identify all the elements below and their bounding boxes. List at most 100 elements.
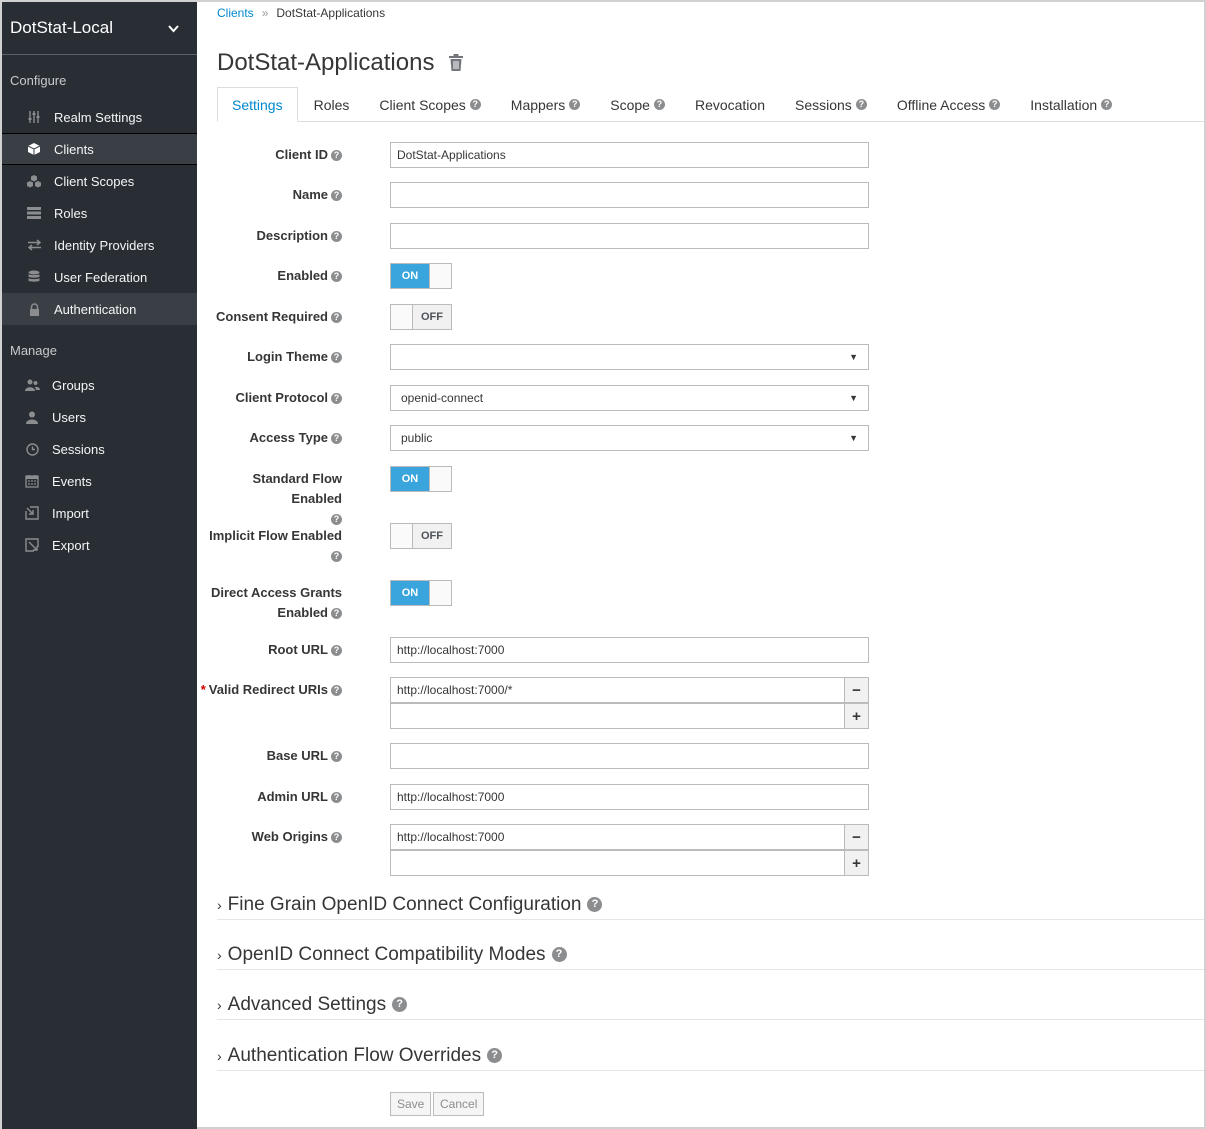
caret-down-icon: ▼	[849, 433, 858, 443]
tab-mappers[interactable]: Mappers?	[497, 87, 594, 122]
tab-scope[interactable]: Scope?	[596, 87, 679, 122]
help-icon: ?	[331, 190, 342, 202]
root-url-input[interactable]	[390, 637, 869, 663]
help-icon: ?	[331, 514, 342, 526]
redirect-uri-input[interactable]	[390, 703, 845, 729]
minus-icon[interactable]: −	[845, 824, 869, 850]
admin-url-input[interactable]	[390, 784, 869, 810]
tab-client-scopes[interactable]: Client Scopes?	[365, 87, 494, 122]
breadcrumb-current: DotStat-Applications	[276, 6, 386, 20]
sidebar-item-label: Export	[52, 537, 90, 553]
sidebar-item-identity-providers[interactable]: Identity Providers	[2, 229, 197, 261]
sidebar-item-export[interactable]: Export	[2, 529, 197, 561]
client-tabs: Settings Roles Client Scopes? Mappers? S…	[217, 87, 1204, 122]
save-button[interactable]: Save	[390, 1092, 432, 1116]
sidebar-item-events[interactable]: Events	[2, 465, 197, 497]
tab-label: Sessions	[795, 96, 852, 113]
help-icon: ?	[331, 393, 342, 405]
enabled-label: Enabled?	[202, 267, 342, 285]
name-label: Name?	[202, 186, 342, 204]
section-oidc-compat[interactable]: › OpenID Connect Compatibility Modes?	[217, 940, 1204, 970]
page-title-container: DotStat-Applications	[217, 49, 464, 77]
user-icon	[24, 409, 40, 425]
redirect-uri-row: −	[390, 677, 869, 703]
tab-installation[interactable]: Installation?	[1016, 87, 1126, 122]
section-fine-grain-oidc[interactable]: › Fine Grain OpenID Connect Configuration…	[217, 890, 1204, 920]
sidebar-item-label: Clients	[54, 141, 94, 157]
tab-roles[interactable]: Roles	[300, 87, 364, 122]
description-input[interactable]	[390, 223, 869, 249]
client-id-label: Client ID?	[202, 146, 342, 164]
sidebar-item-authentication[interactable]: Authentication	[2, 293, 197, 325]
trash-icon[interactable]	[448, 54, 464, 72]
sidebar-item-label: Users	[52, 409, 86, 425]
sidebar-item-realm-settings[interactable]: Realm Settings	[2, 101, 197, 133]
sidebar-item-user-federation[interactable]: User Federation	[2, 261, 197, 293]
sidebar-item-label: Authentication	[54, 301, 137, 317]
login-theme-select[interactable]: ▼	[390, 344, 869, 370]
help-icon: ?	[487, 1048, 503, 1063]
help-icon: ?	[587, 897, 603, 912]
tab-sessions[interactable]: Sessions?	[781, 87, 881, 122]
help-icon: ?	[331, 352, 342, 364]
plus-icon[interactable]: +	[845, 703, 869, 729]
consent-required-toggle[interactable]: OFF	[390, 304, 452, 330]
access-type-select[interactable]: public ▼	[390, 425, 869, 451]
cube-icon	[26, 141, 42, 157]
sidebar-item-client-scopes[interactable]: Client Scopes	[2, 165, 197, 197]
sidebar-item-label: Import	[52, 505, 89, 521]
caret-down-icon: ▼	[849, 393, 858, 403]
help-icon: ?	[331, 685, 342, 697]
toggle-state: OFF	[413, 524, 451, 548]
sliders-icon	[26, 109, 42, 125]
sidebar-item-label: Events	[52, 473, 92, 489]
standard-flow-toggle[interactable]: ON	[390, 466, 452, 492]
sidebar-item-import[interactable]: Import	[2, 497, 197, 529]
login-theme-label: Login Theme?	[202, 348, 342, 366]
chevron-right-icon: ›	[217, 996, 222, 1013]
enabled-toggle[interactable]: ON	[390, 263, 452, 289]
sidebar-item-groups[interactable]: Groups	[2, 369, 197, 401]
toggle-state: ON	[391, 581, 429, 605]
tab-revocation[interactable]: Revocation	[681, 87, 779, 122]
direct-access-toggle[interactable]: ON	[390, 580, 452, 606]
sidebar-item-label: Realm Settings	[54, 109, 143, 125]
sidebar-item-roles[interactable]: Roles	[2, 197, 197, 229]
sidebar-item-sessions[interactable]: Sessions	[2, 433, 197, 465]
implicit-flow-toggle[interactable]: OFF	[390, 523, 452, 549]
sidebar-item-clients[interactable]: Clients	[2, 133, 197, 165]
section-advanced-settings[interactable]: › Advanced Settings?	[217, 990, 1204, 1020]
sidebar: DotStat-Local Configure Realm Settings C…	[2, 2, 197, 1129]
name-input[interactable]	[390, 182, 869, 208]
help-icon: ?	[331, 792, 342, 804]
cancel-button[interactable]: Cancel	[433, 1092, 485, 1116]
direct-access-label: Direct Access Grants Enabled?	[210, 585, 342, 620]
plus-icon[interactable]: +	[845, 850, 869, 876]
section-auth-flow-overrides[interactable]: › Authentication Flow Overrides?	[217, 1041, 1204, 1071]
redirect-uri-input[interactable]	[390, 677, 845, 703]
web-origin-input[interactable]	[390, 824, 845, 850]
breadcrumb-clients-link[interactable]: Clients	[217, 6, 254, 20]
minus-icon[interactable]: −	[845, 677, 869, 703]
help-icon: ?	[331, 751, 342, 763]
tab-settings[interactable]: Settings	[217, 87, 298, 122]
manage-section-title: Manage	[10, 343, 57, 358]
select-value: public	[401, 431, 433, 445]
help-icon: ?	[569, 99, 581, 110]
base-url-input[interactable]	[390, 743, 869, 769]
tab-label: Offline Access	[896, 96, 986, 113]
sidebar-item-label: Groups	[52, 377, 95, 393]
sidebar-item-users[interactable]: Users	[2, 401, 197, 433]
realm-selector[interactable]: DotStat-Local	[2, 2, 197, 55]
section-title: Fine Grain OpenID Connect Configuration	[227, 893, 582, 915]
web-origin-input[interactable]	[390, 850, 845, 876]
caret-down-icon: ▼	[849, 352, 858, 362]
client-protocol-select[interactable]: openid-connect ▼	[390, 385, 869, 411]
admin-url-label: Admin URL?	[202, 788, 342, 806]
consent-required-label: Consent Required?	[202, 308, 342, 326]
realm-name: DotStat-Local	[10, 18, 113, 37]
required-marker: *	[200, 682, 206, 697]
exchange-icon	[26, 237, 42, 253]
tab-offline-access[interactable]: Offline Access?	[883, 87, 1014, 122]
client-id-input[interactable]	[390, 142, 869, 168]
